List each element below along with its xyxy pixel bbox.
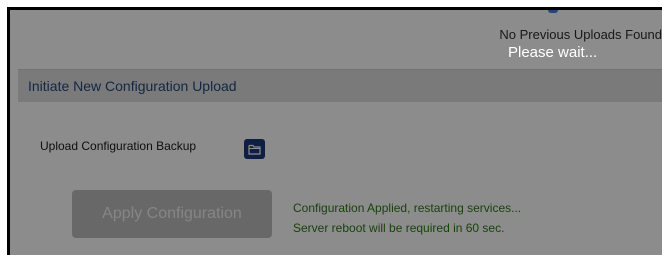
status-message: Configuration Applied, restarting servic… — [293, 198, 521, 238]
please-wait-text: Please wait... — [508, 44, 598, 61]
status-line-reboot: Server reboot will be required in 60 sec… — [293, 221, 505, 235]
config-upload-panel: No Previous Uploads Found Initiate New C… — [7, 7, 662, 255]
section-header: Initiate New Configuration Upload — [18, 69, 662, 102]
top-indicator — [548, 10, 558, 13]
apply-configuration-button[interactable]: Apply Configuration — [72, 190, 272, 238]
upload-form: Upload Configuration Backup Apply Config… — [18, 102, 662, 255]
upload-backup-label: Upload Configuration Backup — [40, 139, 197, 153]
upload-backup-button[interactable] — [244, 139, 265, 159]
section-title: Initiate New Configuration Upload — [28, 78, 237, 94]
status-line-restarting: Configuration Applied, restarting servic… — [293, 201, 522, 215]
folder-icon — [248, 144, 261, 155]
no-previous-uploads-text: No Previous Uploads Found — [499, 27, 662, 42]
